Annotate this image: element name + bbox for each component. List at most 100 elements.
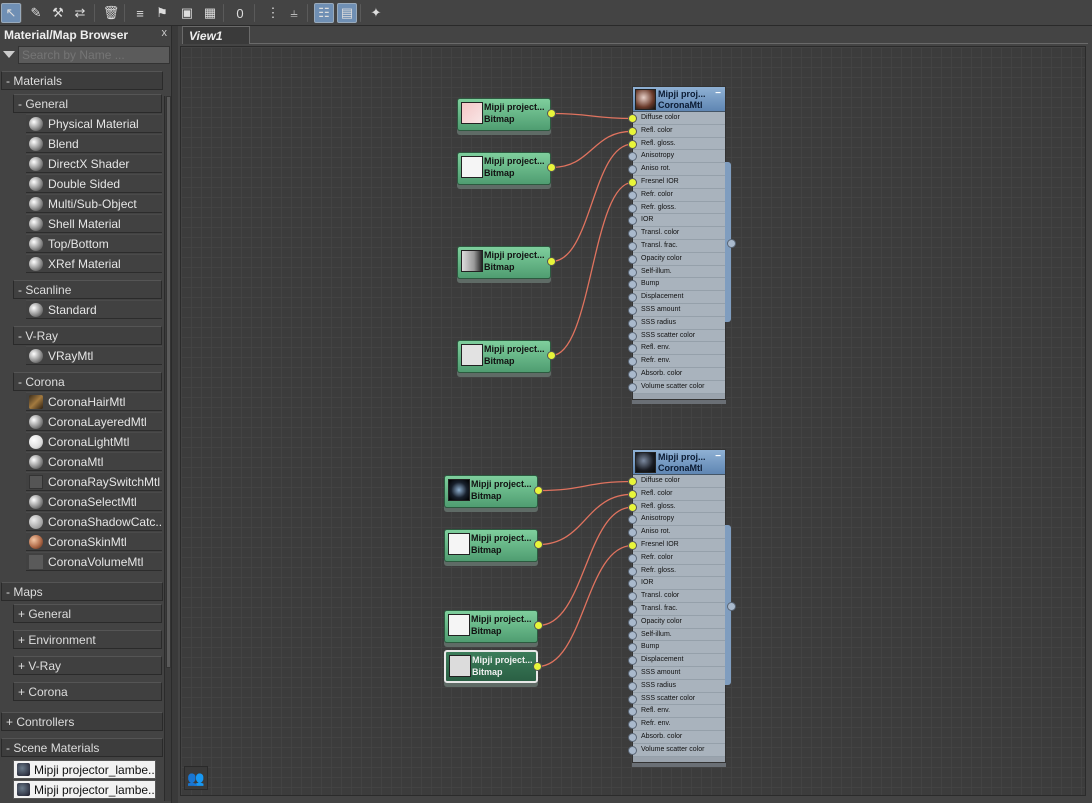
- slot-row[interactable]: Anisotropy: [628, 513, 725, 527]
- slot-row[interactable]: Anisotropy: [628, 150, 725, 164]
- slot-row[interactable]: SSS radius: [628, 317, 725, 330]
- slot-row[interactable]: Aniso rot.: [628, 163, 725, 176]
- list-item[interactable]: VRayMtl: [26, 346, 162, 365]
- input-port[interactable]: [628, 477, 637, 486]
- bitmap-node[interactable]: Mipji project... Bitmap: [457, 98, 556, 131]
- input-port[interactable]: [628, 720, 637, 730]
- slot-row[interactable]: Aniso rot.: [628, 526, 725, 539]
- list-item[interactable]: Blend: [26, 134, 162, 153]
- minimize-button[interactable]: −: [715, 88, 721, 99]
- slot-row[interactable]: Refl. env.: [628, 705, 725, 719]
- slot-row[interactable]: Refl. gloss.: [628, 138, 725, 151]
- rollout-controllers[interactable]: + Controllers: [1, 712, 163, 731]
- input-port[interactable]: [628, 305, 637, 315]
- input-port[interactable]: [628, 579, 637, 589]
- slot-row[interactable]: SSS amount: [628, 667, 725, 680]
- list-item[interactable]: CoronaMtl: [26, 452, 162, 471]
- input-port[interactable]: [628, 331, 637, 341]
- input-port[interactable]: [628, 745, 637, 755]
- input-port[interactable]: [628, 643, 637, 653]
- input-port[interactable]: [628, 241, 637, 251]
- input-port[interactable]: [628, 152, 637, 162]
- eyedropper-icon[interactable]: ✎: [26, 3, 46, 23]
- slot-row[interactable]: Transl. frac.: [628, 603, 725, 616]
- navigator-icon[interactable]: ☷: [314, 3, 334, 23]
- slot-row[interactable]: SSS amount: [628, 304, 725, 317]
- select-children-icon[interactable]: ⚑: [152, 3, 172, 23]
- rollout-materials[interactable]: - Materials: [1, 71, 163, 90]
- input-port[interactable]: [628, 617, 637, 627]
- bitmap-node[interactable]: Mipji project... Bitmap: [444, 529, 543, 562]
- group-corona[interactable]: - Corona: [13, 372, 162, 391]
- input-port[interactable]: [628, 540, 637, 550]
- slot-row[interactable]: Fresnel IOR: [628, 539, 725, 552]
- slot-row[interactable]: Refl. color: [628, 488, 725, 501]
- list-item[interactable]: CoronaHairMtl: [26, 392, 162, 411]
- slot-row[interactable]: Refr. env.: [628, 718, 725, 731]
- slot-row[interactable]: SSS radius: [628, 680, 725, 693]
- input-port[interactable]: [628, 502, 637, 512]
- input-port[interactable]: [628, 293, 637, 303]
- list-item[interactable]: Standard: [26, 300, 162, 319]
- corona-material-node[interactable]: Mipji proj... CoronaMtl − Diffuse color R…: [628, 86, 736, 400]
- list-item[interactable]: Top/Bottom: [26, 234, 162, 253]
- input-port[interactable]: [628, 369, 637, 379]
- output-port[interactable]: [727, 239, 736, 248]
- input-port[interactable]: [628, 681, 637, 691]
- scrollbar-thumb[interactable]: [166, 96, 171, 668]
- tab-view1[interactable]: View1: [182, 26, 250, 44]
- input-port[interactable]: [628, 203, 637, 213]
- corona-material-node[interactable]: Mipji proj... CoronaMtl − Diffuse color R…: [628, 449, 736, 763]
- slot-row[interactable]: Displacement: [628, 291, 725, 304]
- input-port[interactable]: [628, 382, 637, 392]
- list-item[interactable]: CoronaLightMtl: [26, 432, 162, 451]
- input-port[interactable]: [628, 604, 637, 614]
- group-vray[interactable]: - V-Ray: [13, 326, 162, 345]
- browser-scrollbar[interactable]: [164, 96, 171, 801]
- slot-row[interactable]: Absorb. color: [628, 731, 725, 744]
- slot-row[interactable]: Absorb. color: [628, 368, 725, 381]
- input-port[interactable]: [628, 139, 637, 149]
- node-header[interactable]: Mipji proj... CoronaMtl −: [633, 450, 725, 475]
- list-item[interactable]: CoronaVolumeMtl: [26, 552, 162, 571]
- list-item[interactable]: XRef Material: [26, 254, 162, 273]
- input-port[interactable]: [628, 528, 637, 538]
- input-port[interactable]: [628, 229, 637, 239]
- slot-row[interactable]: Volume scatter color: [628, 744, 725, 757]
- output-port[interactable]: [547, 257, 556, 266]
- input-port[interactable]: [628, 254, 637, 264]
- chevron-down-icon[interactable]: [3, 51, 15, 58]
- scene-material-item[interactable]: Mipji projector_lambe...: [13, 780, 156, 799]
- input-port[interactable]: [628, 656, 637, 666]
- group-maps-vray[interactable]: + V-Ray: [13, 656, 162, 675]
- bitmap-node[interactable]: Mipji project... Bitmap: [457, 246, 556, 279]
- minimize-button[interactable]: −: [715, 451, 721, 462]
- input-port[interactable]: [628, 190, 637, 200]
- list-item[interactable]: CoronaShadowCatc...: [26, 512, 162, 531]
- input-port[interactable]: [628, 267, 637, 277]
- list-item[interactable]: Physical Material: [26, 114, 162, 133]
- output-port[interactable]: [533, 662, 542, 671]
- slot-row[interactable]: Refr. color: [628, 552, 725, 565]
- input-port[interactable]: [628, 630, 637, 640]
- slot-row[interactable]: Refl. gloss.: [628, 501, 725, 514]
- output-port[interactable]: [534, 486, 543, 495]
- layout-children-icon[interactable]: ⫨: [284, 3, 304, 23]
- output-port[interactable]: [727, 602, 736, 611]
- search-input[interactable]: [18, 46, 170, 64]
- input-port[interactable]: [628, 592, 637, 602]
- zero-icon[interactable]: 0: [230, 3, 250, 23]
- slot-row[interactable]: SSS scatter color: [628, 693, 725, 706]
- slot-row[interactable]: Opacity color: [628, 616, 725, 629]
- input-port[interactable]: [628, 318, 637, 328]
- layout-all-icon[interactable]: ⋮: [263, 3, 283, 23]
- list-item[interactable]: DirectX Shader: [26, 154, 162, 173]
- slot-row[interactable]: Volume scatter color: [628, 381, 725, 394]
- slot-row[interactable]: Refr. env.: [628, 355, 725, 368]
- input-port[interactable]: [628, 280, 637, 290]
- output-port[interactable]: [534, 621, 543, 630]
- input-port[interactable]: [628, 515, 637, 525]
- slot-row[interactable]: Bump: [628, 641, 725, 655]
- close-icon[interactable]: x: [162, 27, 168, 39]
- group-scanline[interactable]: - Scanline: [13, 280, 162, 299]
